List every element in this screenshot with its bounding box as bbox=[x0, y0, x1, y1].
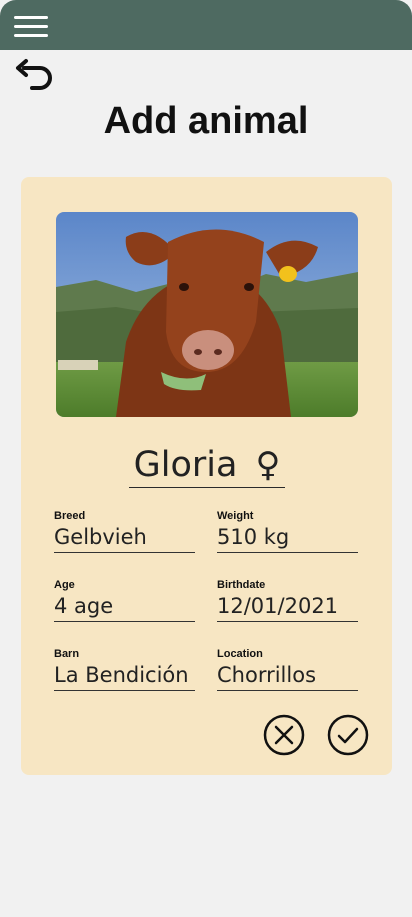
circle-check-icon bbox=[327, 714, 369, 756]
age-field[interactable]: Age 4 age bbox=[54, 579, 195, 622]
location-label: Location bbox=[217, 648, 263, 660]
breed-input[interactable]: Gelbvieh bbox=[54, 524, 195, 553]
animal-name: Gloria bbox=[133, 444, 238, 485]
hamburger-menu-icon[interactable] bbox=[14, 16, 48, 38]
weight-field[interactable]: Weight 510 kg bbox=[217, 510, 358, 553]
age-label: Age bbox=[54, 579, 75, 591]
barn-input[interactable]: La Bendición bbox=[54, 662, 195, 691]
birthdate-field[interactable]: Birthdate 12/01/2021 bbox=[217, 579, 358, 622]
barn-field[interactable]: Barn La Bendición bbox=[54, 648, 195, 691]
breed-field[interactable]: Breed Gelbvieh bbox=[54, 510, 195, 553]
cancel-button[interactable] bbox=[263, 714, 305, 756]
age-input[interactable]: 4 age bbox=[54, 593, 195, 622]
barn-label: Barn bbox=[54, 648, 80, 660]
undo-arrow-icon[interactable] bbox=[14, 58, 58, 94]
birthdate-input[interactable]: 12/01/2021 bbox=[217, 593, 358, 622]
circle-x-icon bbox=[263, 714, 305, 756]
weight-input[interactable]: 510 kg bbox=[217, 524, 358, 553]
weight-label: Weight bbox=[217, 510, 254, 522]
female-sex-icon[interactable]: ♀ bbox=[255, 445, 280, 485]
confirm-button[interactable] bbox=[327, 714, 369, 756]
location-field[interactable]: Location Chorrillos bbox=[217, 648, 358, 691]
breed-label: Breed bbox=[54, 510, 86, 522]
birthdate-label: Birthdate bbox=[217, 579, 266, 591]
location-input[interactable]: Chorrillos bbox=[217, 662, 358, 691]
animal-card: Gloria ♀ Breed Gelbvieh Weight 510 kg Ag… bbox=[21, 177, 392, 775]
animal-name-field[interactable]: Gloria ♀ bbox=[129, 442, 285, 488]
animal-photo[interactable] bbox=[56, 212, 358, 417]
page-title: Add animal bbox=[103, 100, 309, 142]
top-app-bar bbox=[0, 0, 412, 50]
